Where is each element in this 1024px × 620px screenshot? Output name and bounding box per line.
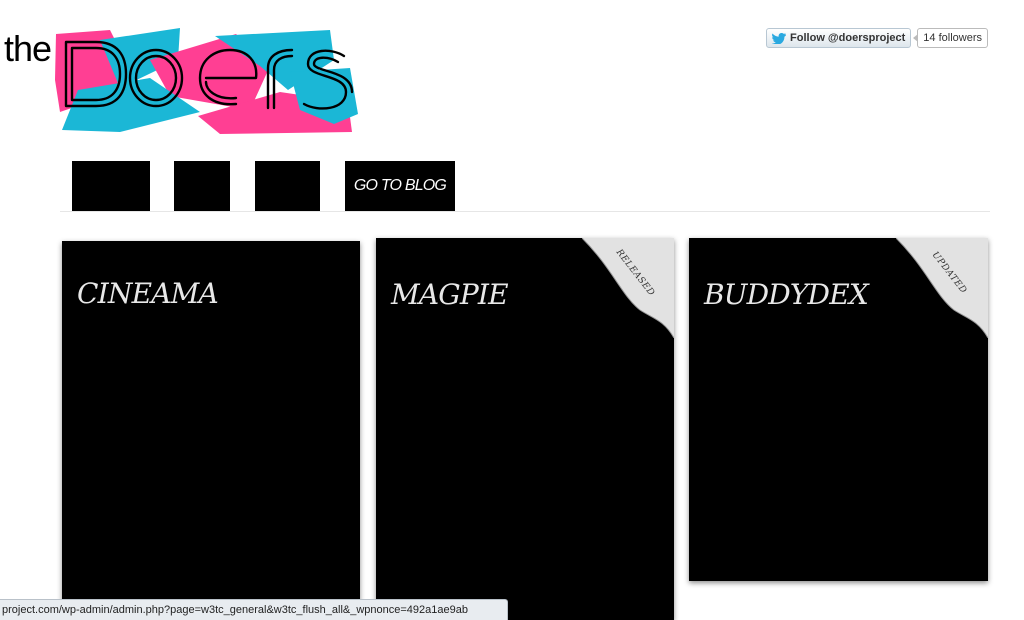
- project-title: CINEAMA: [77, 277, 219, 310]
- nav-item-3[interactable]: [255, 161, 320, 211]
- twitter-bird-icon: [772, 32, 787, 44]
- project-card-magpie[interactable]: MAGPIE RELEASED: [376, 238, 674, 620]
- nav-item-blog[interactable]: GO TO BLOG: [345, 161, 455, 211]
- twitter-follow-widget: Follow @doersproject 14 followers: [766, 28, 988, 48]
- follow-label: Follow @doersproject: [790, 32, 906, 44]
- nav-item-1[interactable]: [72, 161, 150, 211]
- project-title: BUDDYDEX: [704, 278, 869, 311]
- nav-item-2[interactable]: [174, 161, 230, 211]
- follower-count[interactable]: 14 followers: [913, 28, 988, 48]
- nav-divider: [60, 211, 990, 212]
- logo-prefix: the: [4, 28, 52, 69]
- site-logo[interactable]: the: [0, 20, 370, 140]
- twitter-follow-button[interactable]: Follow @doersproject: [766, 28, 912, 48]
- browser-status-url: project.com/wp-admin/admin.php?page=w3tc…: [0, 599, 508, 620]
- project-card-buddydex[interactable]: BUDDYDEX UPDATED: [689, 238, 988, 581]
- project-title: MAGPIE: [391, 278, 509, 311]
- updated-ribbon: UPDATED: [896, 238, 988, 338]
- released-ribbon: RELEASED: [582, 238, 674, 338]
- project-card-cineama[interactable]: CINEAMA: [62, 241, 360, 620]
